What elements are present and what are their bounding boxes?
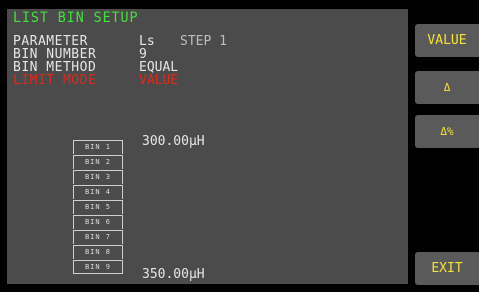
- lcr-screen: LIST BIN SETUP PARAMETER Ls STEP 1 BIN N…: [0, 0, 479, 292]
- bin-item: BIN 6: [73, 215, 123, 229]
- bin-item: BIN 5: [73, 200, 123, 214]
- limit-mode-label: LIMIT MODE: [13, 73, 97, 88]
- page-title: LIST BIN SETUP: [13, 10, 139, 26]
- exit-softkey[interactable]: EXIT: [415, 252, 479, 285]
- delta-percent-softkey[interactable]: Δ%: [415, 115, 479, 148]
- bin-item: BIN 3: [73, 170, 123, 184]
- bin-item: BIN 7: [73, 230, 123, 244]
- bin-item: BIN 4: [73, 185, 123, 199]
- bin-list: BIN 1 BIN 2 BIN 3 BIN 4 BIN 5 BIN 6 BIN …: [73, 140, 123, 275]
- lower-limit-value[interactable]: 350.00μH: [142, 267, 205, 282]
- value-softkey[interactable]: VALUE: [415, 24, 479, 57]
- parameter-step: STEP 1: [180, 34, 227, 49]
- main-panel: LIST BIN SETUP PARAMETER Ls STEP 1 BIN N…: [7, 9, 408, 284]
- limit-mode-value: VALUE: [139, 73, 179, 88]
- delta-softkey[interactable]: Δ: [415, 71, 479, 104]
- bin-item: BIN 1: [73, 140, 123, 154]
- bin-item: BIN 2: [73, 155, 123, 169]
- bin-item: BIN 8: [73, 245, 123, 259]
- bin-item: BIN 9: [73, 260, 123, 274]
- upper-limit-value[interactable]: 300.00μH: [142, 134, 205, 149]
